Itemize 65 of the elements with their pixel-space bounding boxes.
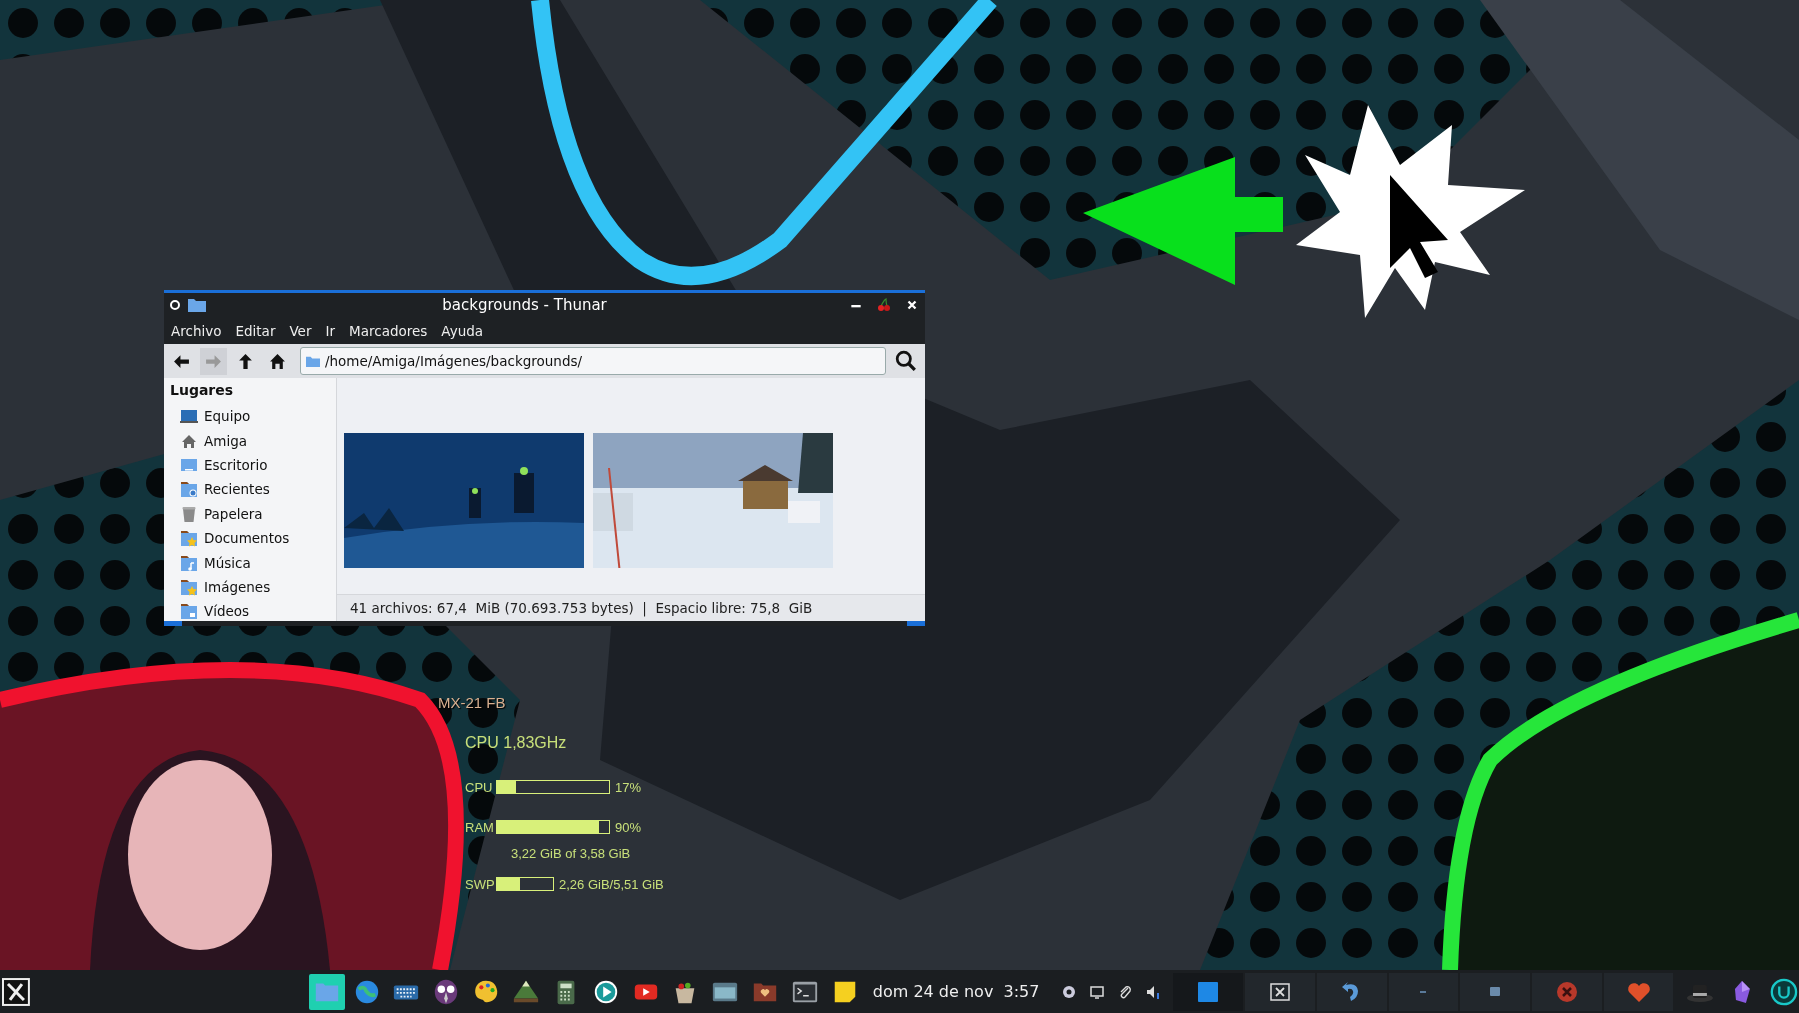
paperclip-icon[interactable] <box>1117 983 1134 1000</box>
cherry-icon[interactable] <box>877 298 891 312</box>
meter-label: CPU <box>465 779 491 795</box>
meter-reading: 90% <box>615 819 642 835</box>
folder-icon <box>180 529 198 548</box>
launcher-button[interactable] <box>308 973 345 1010</box>
sidebar-label: Imágenes <box>204 578 271 595</box>
sidebar-label: Música <box>204 554 251 571</box>
sidebar-item[interactable]: Amiga <box>170 428 336 453</box>
task-button[interactable] <box>1173 972 1244 1011</box>
sidebar-label: Documentos <box>204 530 290 547</box>
folder-icon <box>188 298 206 312</box>
sidebar-item[interactable]: Música <box>170 550 336 575</box>
menu-item[interactable]: Ver <box>289 322 312 339</box>
menu-item[interactable]: Editar <box>235 322 276 339</box>
meter-reading: 17% <box>615 779 642 795</box>
sidebar-label: Amiga <box>204 432 247 449</box>
sidebar-item[interactable]: Imágenes <box>170 574 336 600</box>
clock: dom 24 de nov 3:57 <box>871 982 1041 1001</box>
trash-icon <box>180 504 198 523</box>
sidebar-label: Escritorio <box>204 456 268 473</box>
close-icon[interactable] <box>905 298 919 312</box>
menu-item[interactable]: Ayuda <box>441 322 484 339</box>
meter-reading: 2,26 GiB/5,51 GiB <box>559 876 664 892</box>
search-icon[interactable] <box>895 350 917 372</box>
sidebar-item[interactable]: Documentos <box>170 525 336 551</box>
cpu-frequency: CPU 1,83GHz <box>465 734 568 753</box>
folder-icon <box>306 355 320 367</box>
task-button[interactable] <box>1603 972 1674 1011</box>
folder-icon <box>180 577 198 596</box>
sidebar-label: Equipo <box>204 408 251 425</box>
status-bar: 41 archivos: 67,4 MiB (70.693.753 bytes) | Espacio libre: 75,8 GiB <box>337 594 925 621</box>
location-field[interactable]: /home/Amiga/Imágenes/backgrounds/ <box>300 347 886 375</box>
folder-icon <box>180 553 198 572</box>
gear-icon[interactable] <box>1061 983 1078 1000</box>
home-icon <box>269 352 286 370</box>
power-icon[interactable] <box>1769 977 1799 1006</box>
menu-item[interactable]: Archivo <box>171 322 222 339</box>
menu-item[interactable]: Ir <box>325 322 336 339</box>
folder-icon <box>180 480 198 499</box>
monitor-icon[interactable] <box>1089 983 1106 1000</box>
host-name: MX-21 FB <box>438 694 507 713</box>
task-button[interactable] <box>1460 972 1531 1011</box>
sidebar-item[interactable]: Escritorio <box>170 452 336 478</box>
laptop-icon <box>180 407 198 426</box>
sidebar-item[interactable]: Vídeos <box>170 599 336 621</box>
minimize-icon <box>1420 990 1427 993</box>
sidebar-item[interactable]: Equipo <box>170 404 336 429</box>
sidebar-heading: Lugares <box>170 382 235 400</box>
sidebar-label: Recientes <box>204 481 270 498</box>
menu-item[interactable]: Marcadores <box>349 322 428 339</box>
meter-label: RAM <box>465 819 491 835</box>
sidebar-label: Vídeos <box>204 603 250 620</box>
memory-detail: 3,22 GiB of 3,58 GiB <box>511 846 632 861</box>
sidebar-item[interactable]: Papelera <box>170 501 336 526</box>
window-menu-icon[interactable] <box>170 300 180 310</box>
task-button[interactable] <box>1316 972 1387 1011</box>
sidebar-item[interactable]: Recientes <box>170 477 336 502</box>
small-square-icon <box>1490 987 1501 996</box>
meter-bar <box>496 877 554 891</box>
x-logo-icon[interactable] <box>2 977 30 1006</box>
sidebar-label: Papelera <box>204 505 263 522</box>
arrow-up-icon <box>237 352 254 370</box>
task-button[interactable] <box>1245 972 1315 1011</box>
window-title: backgrounds - Thunar <box>441 296 608 314</box>
